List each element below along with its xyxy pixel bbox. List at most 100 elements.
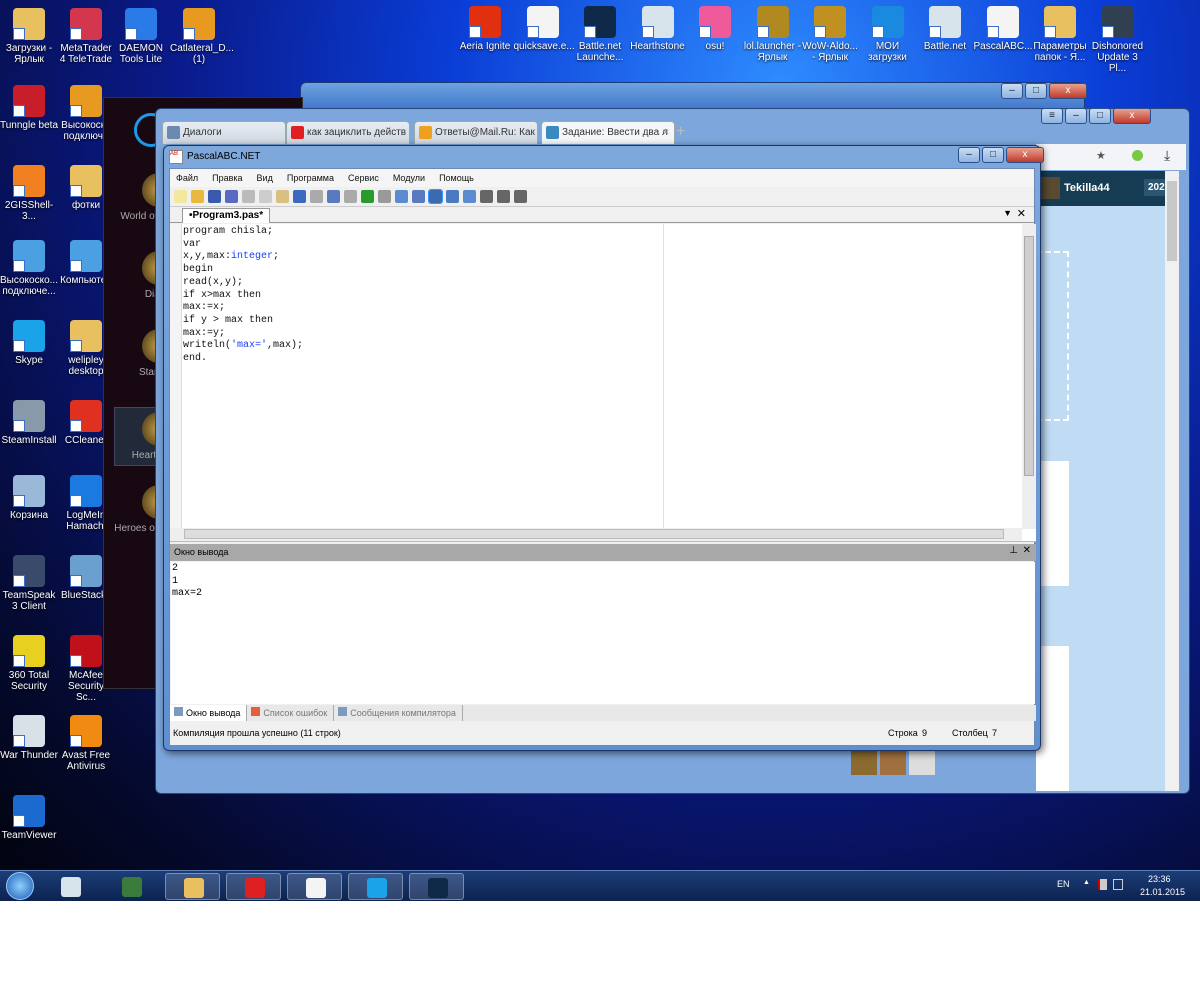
new-tab-icon[interactable]: +: [676, 123, 685, 141]
desktop-icon[interactable]: TeamViewer: [0, 795, 58, 841]
desktop-icon[interactable]: MetaTrader 4 TeleTrade: [57, 8, 115, 65]
desktop-icon-label: Корзина: [9, 510, 49, 521]
bottom-tab[interactable]: Список ошибок: [247, 705, 335, 721]
toolbar-button[interactable]: [242, 190, 255, 203]
toolbar-button[interactable]: [395, 190, 408, 203]
window-controls[interactable]: – □ x: [1001, 83, 1087, 99]
taskbar-button-explorer[interactable]: [165, 873, 220, 900]
file-tab[interactable]: •Program3.pas*: [182, 208, 271, 223]
desktop-icon[interactable]: 360 Total Security: [0, 635, 58, 692]
toolbar-button[interactable]: [463, 190, 476, 203]
clock-date[interactable]: 21.01.2015: [1140, 887, 1185, 897]
taskbar-button-battlenet[interactable]: [409, 873, 464, 900]
taskbar-button-yandex[interactable]: [226, 873, 281, 900]
user-avatar[interactable]: [1040, 177, 1060, 199]
bookmark-star-icon[interactable]: ★: [1096, 149, 1106, 162]
desktop-icon[interactable]: Высокоско... подключе...: [0, 240, 58, 297]
browser-tab[interactable]: Ответы@Mail.Ru: Как: [414, 121, 538, 144]
bottom-tab[interactable]: Окно вывода: [170, 705, 248, 721]
tab-close-icon[interactable]: ✕: [1017, 207, 1026, 220]
clock-time[interactable]: 23:36: [1148, 874, 1171, 884]
desktop-icon[interactable]: Battle.net Launche...: [571, 6, 629, 63]
browser-window-controls[interactable]: ≡ – □ x: [1041, 108, 1151, 124]
page-scrollbar[interactable]: [1165, 171, 1179, 791]
pascal-window-controls[interactable]: – □ x: [958, 147, 1044, 163]
desktop-icon[interactable]: Catlateral_D... (1): [170, 8, 234, 65]
desktop-icon[interactable]: osu!: [686, 6, 744, 52]
bottom-tab[interactable]: Сообщения компилятора: [334, 705, 463, 721]
toolbar-button[interactable]: [514, 190, 527, 203]
toolbar-button[interactable]: [344, 190, 357, 203]
desktop-icon[interactable]: PascalABC...: [974, 6, 1032, 52]
download-extension-icon[interactable]: [1132, 150, 1143, 161]
desktop-icon[interactable]: Aeria Ignite: [456, 6, 514, 52]
network-icon[interactable]: [1113, 879, 1123, 890]
output-area[interactable]: 2 1 max=2: [171, 562, 1035, 704]
desktop-icon[interactable]: WoW-Aldo... - Ярлык: [801, 6, 859, 63]
taskbar-button-war-thunder[interactable]: [43, 873, 98, 900]
desktop-icon[interactable]: Dishonored Update 3 Pl...: [1089, 6, 1147, 74]
toolbar-button[interactable]: [361, 190, 374, 203]
menu-item[interactable]: Сервис: [348, 173, 379, 183]
language-indicator[interactable]: EN: [1057, 879, 1070, 889]
toolbar-button[interactable]: [428, 189, 443, 204]
desktop-icon[interactable]: Корзина: [0, 475, 58, 521]
toolbar-button[interactable]: [446, 190, 459, 203]
editor-hscroll[interactable]: [170, 528, 1022, 541]
desktop-icon[interactable]: МОИ загрузки: [859, 6, 917, 63]
tab-dropdown-icon[interactable]: ▼: [1003, 208, 1012, 218]
desktop-icon[interactable]: DAEMON Tools Lite: [112, 8, 170, 65]
desktop-icon[interactable]: TeamSpeak 3 Client: [0, 555, 58, 612]
browser-tab[interactable]: Диалоги: [162, 121, 286, 144]
start-button[interactable]: [6, 872, 34, 900]
desktop-icon[interactable]: lol.launcher - Ярлык: [744, 6, 802, 63]
toolbar-button[interactable]: [191, 190, 204, 203]
toolbar-button[interactable]: [225, 190, 238, 203]
desktop-icon[interactable]: SteamInstall: [0, 400, 58, 446]
toolbar-button[interactable]: [378, 190, 391, 203]
menu-item[interactable]: Файл: [176, 173, 198, 183]
panel-close-icon[interactable]: ✕: [1023, 545, 1031, 556]
desktop-icon[interactable]: Параметры папок - Я...: [1031, 6, 1089, 63]
action-center-flag-icon[interactable]: [1098, 879, 1107, 890]
browser-tab[interactable]: Задание: Ввести два л ×: [541, 121, 675, 144]
toolbar-button[interactable]: [174, 190, 187, 203]
toolbar-button[interactable]: [208, 190, 221, 203]
show-hidden-icons[interactable]: ▲: [1083, 879, 1090, 886]
pin-icon[interactable]: ⊥: [1009, 545, 1018, 556]
maximize-button[interactable]: □: [982, 147, 1004, 163]
menu-item[interactable]: Вид: [257, 173, 273, 183]
desktop-icon[interactable]: Tunngle beta: [0, 85, 58, 131]
toolbar-button[interactable]: [497, 190, 510, 203]
toolbar-button[interactable]: [293, 190, 306, 203]
tab-close-icon[interactable]: ×: [663, 127, 669, 138]
desktop-icon[interactable]: Battle.net: [916, 6, 974, 52]
toolbar-button[interactable]: [412, 190, 425, 203]
username[interactable]: Tekilla44: [1064, 182, 1110, 194]
close-button[interactable]: x: [1006, 147, 1044, 163]
toolbar-button[interactable]: [480, 190, 493, 203]
toolbar-button[interactable]: [259, 190, 272, 203]
desktop-icon[interactable]: War Thunder: [0, 715, 58, 761]
menu-item[interactable]: Помощь: [439, 173, 474, 183]
menu-item[interactable]: Программа: [287, 173, 334, 183]
code-editor[interactable]: program chisla; var x,y,max:integer; begin r…: [170, 224, 1036, 542]
desktop-icon[interactable]: Hearthstone: [629, 6, 687, 52]
minimize-button[interactable]: –: [958, 147, 980, 163]
desktop-icon[interactable]: Avast Free Antivirus: [57, 715, 115, 772]
menu-item[interactable]: Правка: [212, 173, 242, 183]
downloads-icon[interactable]: ⤓: [1164, 147, 1170, 164]
desktop-icon[interactable]: Загрузки - Ярлык: [0, 8, 58, 65]
toolbar-button[interactable]: [310, 190, 323, 203]
toolbar-button[interactable]: [327, 190, 340, 203]
browser-tab[interactable]: как зациклить действ: [286, 121, 410, 144]
taskbar-button-skype[interactable]: [348, 873, 403, 900]
desktop-icon[interactable]: quicksave.e...: [514, 6, 575, 52]
desktop-icon[interactable]: Skype: [0, 320, 58, 366]
taskbar-button-computer[interactable]: [104, 873, 159, 900]
menu-item[interactable]: Модули: [393, 173, 425, 183]
desktop-icon[interactable]: 2GISShell-3...: [0, 165, 58, 222]
editor-vscroll[interactable]: [1022, 224, 1036, 529]
toolbar-button[interactable]: [276, 190, 289, 203]
taskbar-button-pascalabc[interactable]: [287, 873, 342, 900]
